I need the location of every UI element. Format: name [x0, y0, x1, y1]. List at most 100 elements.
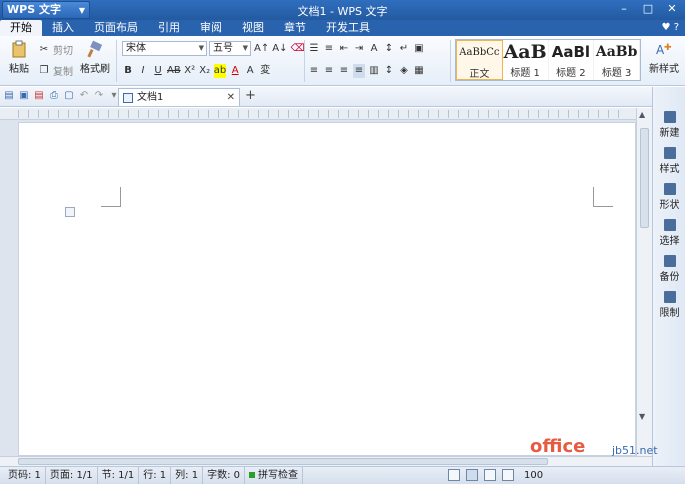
format-painter-button[interactable]: 格式刷: [78, 40, 112, 75]
document-tab-label: 文档1: [137, 92, 164, 103]
subscript-icon[interactable]: X₂: [199, 64, 211, 78]
margin-corner-left: [101, 187, 121, 207]
spell-check-toggle[interactable]: 拼写检查: [245, 467, 303, 484]
align-center-icon[interactable]: ≡: [323, 64, 335, 78]
tab-insert[interactable]: 插入: [42, 20, 84, 36]
outline-view-icon[interactable]: [484, 469, 496, 481]
justify-icon[interactable]: ≡: [353, 64, 365, 78]
text-box-icon[interactable]: ▣: [413, 42, 425, 56]
shading-icon[interactable]: ◈: [398, 64, 410, 78]
ribbon-options-icon[interactable]: ♥ ?: [662, 20, 679, 36]
horizontal-scrollbar[interactable]: [0, 456, 652, 466]
italic-icon[interactable]: I: [137, 64, 149, 78]
numbered-list-icon[interactable]: ≡: [323, 42, 335, 56]
distribute-icon[interactable]: ▥: [368, 64, 380, 78]
copy-icon: ❐: [39, 64, 49, 76]
new-doc-icon: [663, 111, 676, 123]
status-page-code[interactable]: 页码: 1: [4, 467, 46, 484]
line-spacing-icon[interactable]: ↕: [383, 64, 395, 78]
borders-icon[interactable]: ▦: [413, 64, 425, 78]
horizontal-ruler: [0, 108, 652, 120]
superscript-icon[interactable]: X²: [184, 64, 196, 78]
chinese-layout-icon[interactable]: A: [368, 42, 380, 56]
tab-page-layout[interactable]: 页面布局: [84, 20, 148, 36]
task-shapes[interactable]: 形状: [653, 183, 685, 211]
clear-format-icon[interactable]: ⌫: [290, 42, 304, 56]
tab-review[interactable]: 审阅: [190, 20, 232, 36]
close-icon[interactable]: ✕: [663, 1, 681, 17]
brush-icon: [87, 40, 103, 58]
document-tab[interactable]: 文档1 ✕: [118, 88, 240, 106]
style-heading-1[interactable]: AaB 标题 1: [503, 40, 549, 80]
copy-button[interactable]: ❐ 复制: [38, 63, 73, 79]
tab-chapter[interactable]: 章节: [274, 20, 316, 36]
new-style-button[interactable]: A ✚ 新样式: [645, 40, 683, 75]
print-preview-icon[interactable]: ▢: [63, 90, 75, 102]
new-tab-icon[interactable]: +: [245, 88, 256, 103]
styles-icon: [663, 147, 676, 159]
print-icon[interactable]: ⎙: [48, 90, 60, 102]
status-word-count[interactable]: 字数: 0: [203, 467, 245, 484]
document-icon: [123, 93, 133, 103]
char-shading-icon[interactable]: A: [244, 64, 256, 78]
underline-icon[interactable]: U: [152, 64, 164, 78]
style-heading-3[interactable]: AaBb 标题 3: [594, 40, 640, 80]
page-view-icon[interactable]: [466, 469, 478, 481]
zoom-level[interactable]: 100: [524, 467, 543, 484]
svg-text:✚: ✚: [664, 43, 672, 53]
tab-references[interactable]: 引用: [148, 20, 190, 36]
strikethrough-icon[interactable]: AB: [167, 64, 181, 78]
tab-view[interactable]: 视图: [232, 20, 274, 36]
document-page[interactable]: [18, 122, 636, 456]
undo-icon[interactable]: ↶: [78, 90, 90, 102]
style-heading-2[interactable]: AaBl 标题 2: [549, 40, 595, 80]
show-marks-icon[interactable]: ↵: [398, 42, 410, 56]
bold-icon[interactable]: B: [122, 64, 134, 78]
clipboard-icon: [12, 40, 26, 58]
redo-icon[interactable]: ↷: [93, 90, 105, 102]
tab-developer[interactable]: 开发工具: [316, 20, 380, 36]
scissors-icon: ✂: [39, 43, 49, 55]
align-right-icon[interactable]: ≡: [338, 64, 350, 78]
scroll-up-icon[interactable]: ▲: [639, 110, 645, 119]
task-pane: 新建 样式 形状 选择 备份 限制: [652, 87, 685, 466]
font-size-value: 五号: [213, 43, 233, 54]
web-view-icon[interactable]: [502, 469, 514, 481]
highlight-icon[interactable]: ab: [213, 64, 227, 78]
task-backup[interactable]: 备份: [653, 255, 685, 283]
task-new[interactable]: 新建: [653, 111, 685, 139]
style-normal[interactable]: AaBbCc 正文: [456, 40, 503, 80]
shrink-font-icon[interactable]: A↓: [272, 42, 287, 56]
font-color-icon[interactable]: A: [229, 64, 241, 78]
maximize-icon[interactable]: □: [639, 1, 657, 17]
status-page[interactable]: 页面: 1/1: [46, 467, 98, 484]
increase-indent-icon[interactable]: ⇥: [353, 42, 365, 56]
phonetic-icon[interactable]: 変: [259, 64, 271, 78]
grow-font-icon[interactable]: A↑: [254, 42, 269, 56]
paste-button[interactable]: 粘贴: [4, 40, 34, 75]
task-styles[interactable]: 样式: [653, 147, 685, 175]
cut-button[interactable]: ✂ 剪切: [38, 42, 73, 58]
vertical-scrollbar[interactable]: ▲ ▼: [636, 108, 652, 456]
scroll-down-icon[interactable]: ▼: [639, 412, 645, 421]
align-left-icon[interactable]: ≡: [308, 64, 320, 78]
font-name-select[interactable]: 宋体 ▼: [122, 41, 207, 56]
h-scroll-thumb[interactable]: [18, 458, 548, 465]
new-style-icon: A ✚: [656, 43, 672, 57]
decrease-indent-icon[interactable]: ⇤: [338, 42, 350, 56]
tab-home[interactable]: 开始: [0, 20, 42, 36]
task-select[interactable]: 选择: [653, 219, 685, 247]
pdf-icon[interactable]: ▤: [33, 90, 45, 102]
sort-icon[interactable]: ↕: [383, 42, 395, 56]
minimize-icon[interactable]: –: [615, 1, 633, 17]
paragraph-layout-icon[interactable]: [65, 207, 75, 217]
bullet-list-icon[interactable]: ☰: [308, 42, 320, 56]
fullscreen-view-icon[interactable]: [448, 469, 460, 481]
task-restrict[interactable]: 限制: [653, 291, 685, 319]
open-icon[interactable]: ▤: [3, 90, 15, 102]
close-tab-icon[interactable]: ✕: [227, 89, 235, 106]
scroll-thumb[interactable]: [640, 128, 649, 228]
backup-icon: [663, 255, 676, 267]
save-icon[interactable]: ▣: [18, 90, 30, 102]
font-size-select[interactable]: 五号 ▼: [209, 41, 251, 56]
